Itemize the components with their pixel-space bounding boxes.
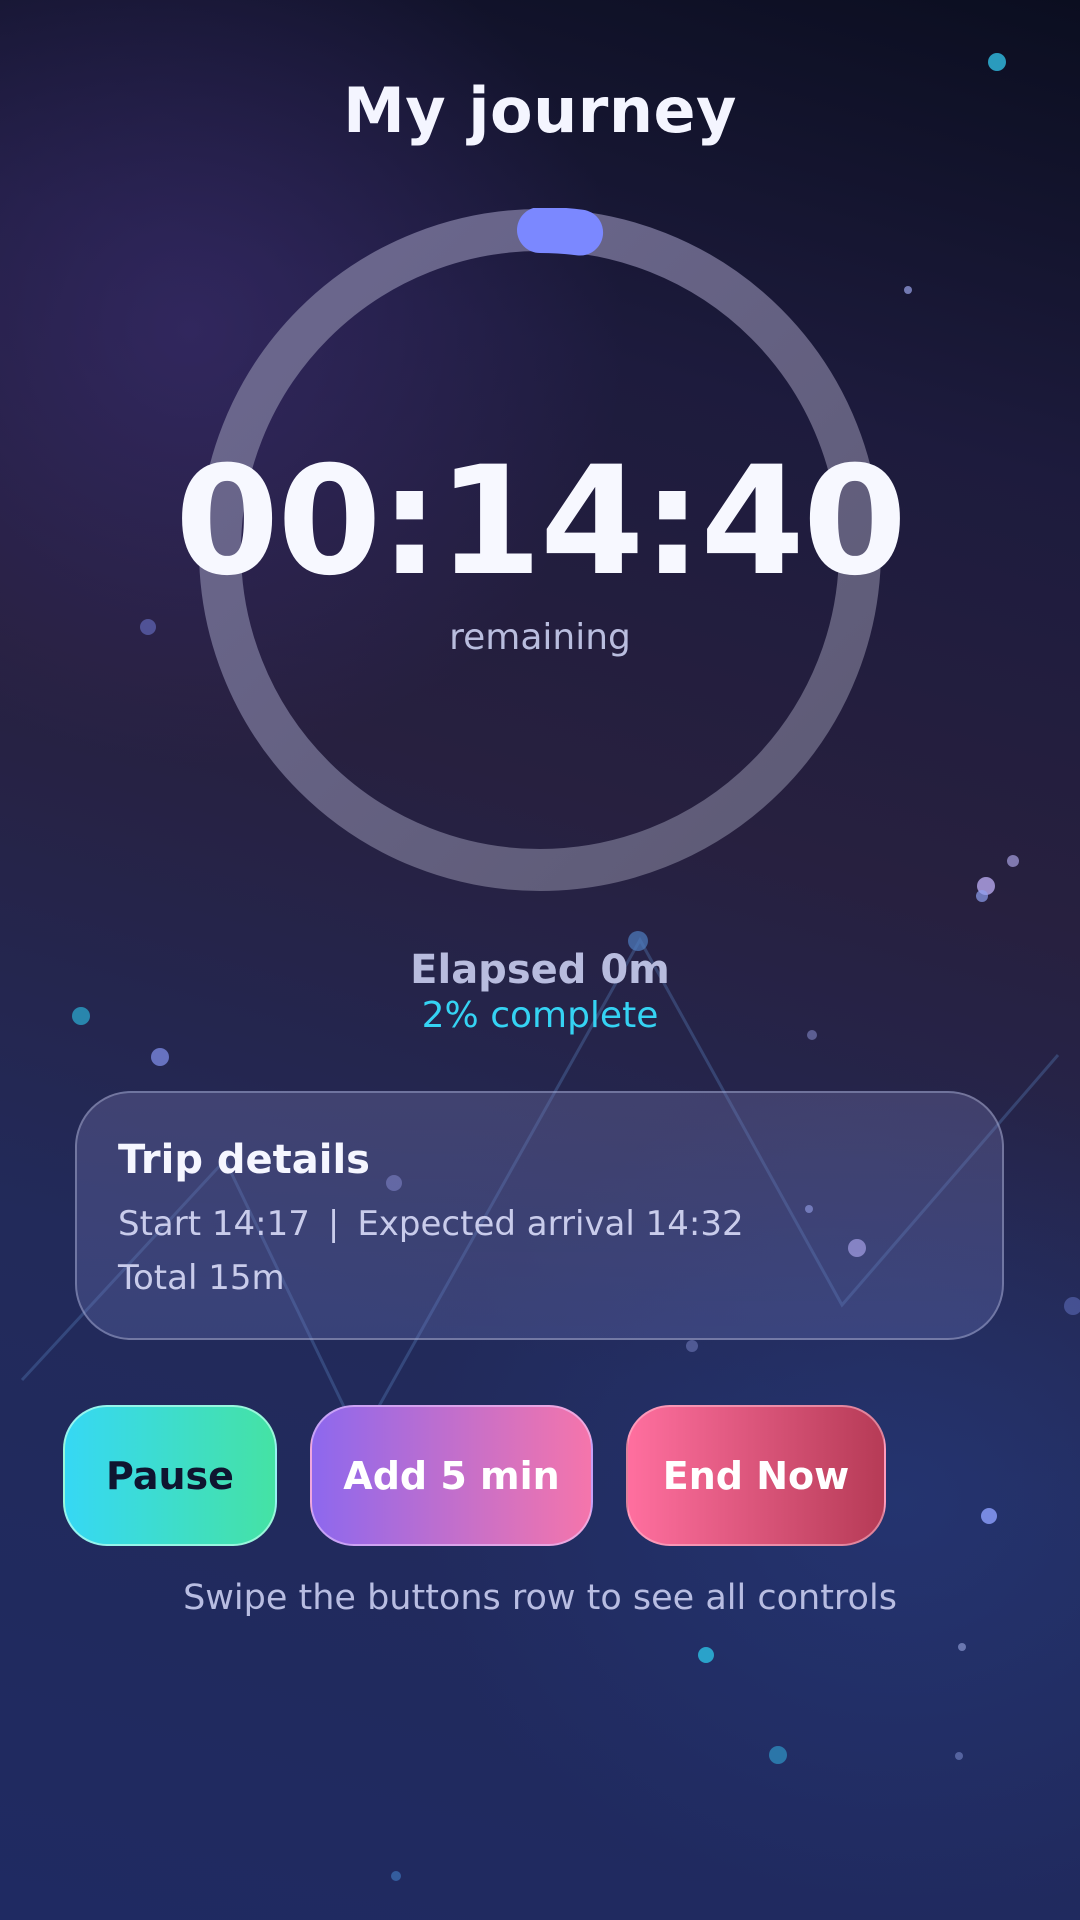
- elapsed-text: Elapsed 0m: [410, 947, 670, 993]
- trip-total-duration: Total 15m: [118, 1258, 285, 1298]
- timer-remaining-label: remaining: [449, 617, 631, 658]
- percent-complete-text: 2% complete: [421, 995, 659, 1036]
- trip-details-card: Trip details Start 14:17 | Expected arriva…: [75, 1091, 1004, 1340]
- trip-start-time: Start 14:17: [118, 1204, 310, 1244]
- end-now-button[interactable]: End Now: [626, 1405, 886, 1546]
- swipe-hint-text: Swipe the buttons row to see all control…: [183, 1578, 897, 1618]
- trip-details-title: Trip details: [118, 1137, 370, 1183]
- pause-button[interactable]: Pause: [63, 1405, 277, 1546]
- trip-times-line: Start 14:17 | Expected arrival 14:32: [118, 1204, 744, 1244]
- trip-expected-arrival: Expected arrival 14:32: [357, 1204, 744, 1244]
- timer-display: 00:14:40: [174, 435, 907, 609]
- trip-separator: |: [327, 1204, 340, 1244]
- page-title: My journey: [343, 74, 737, 147]
- add-5-min-button[interactable]: Add 5 min: [310, 1405, 593, 1546]
